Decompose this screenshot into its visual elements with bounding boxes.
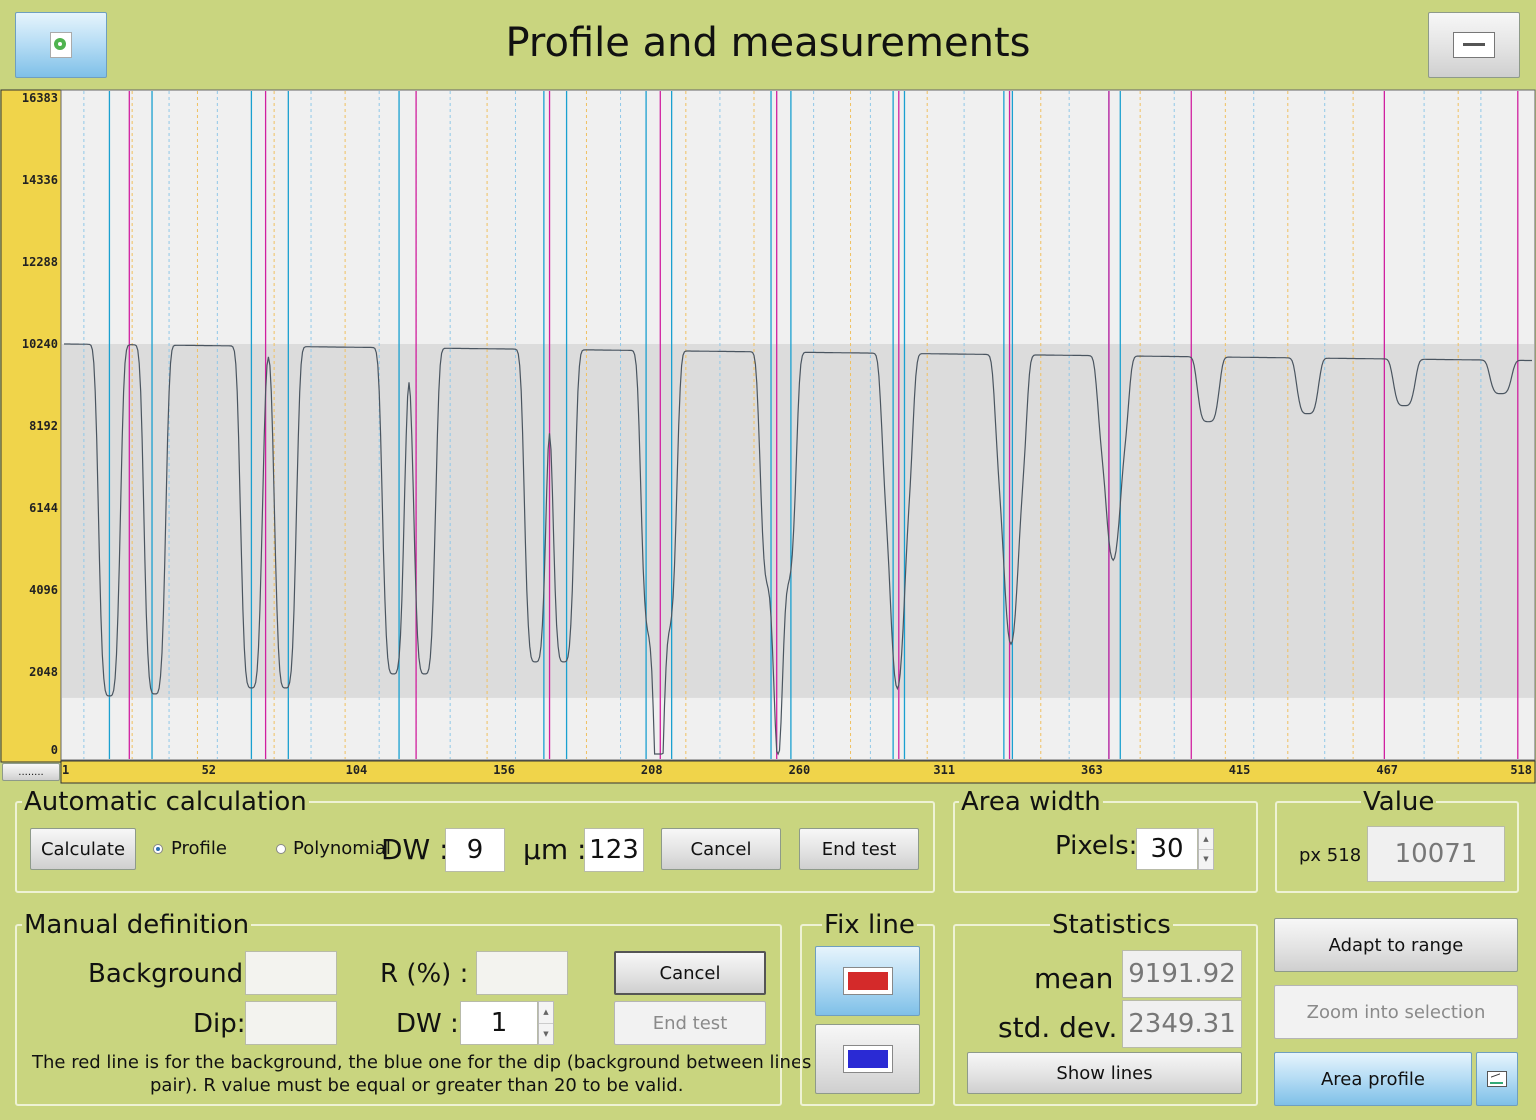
manual-dw-input[interactable]: 1 [460, 1001, 538, 1045]
statistics-legend: Statistics [1050, 910, 1173, 940]
chart-image-button[interactable] [1476, 1052, 1518, 1106]
value-field: 10071 [1367, 826, 1505, 882]
std-dev-label: std. dev. [998, 1011, 1118, 1044]
dip-label: Dip: [193, 1009, 246, 1039]
calculate-button[interactable]: Calculate [30, 828, 136, 870]
x-tick-label: 415 [1229, 763, 1251, 777]
auto-cancel-button[interactable]: Cancel [661, 828, 781, 870]
manual-end-test-button[interactable]: End test [614, 1001, 766, 1045]
manual-note-line2: pair). R value must be equal or greater … [150, 1075, 684, 1096]
profile-chart[interactable]: 1638314336122881024081926144409620480 15… [0, 0, 1536, 784]
y-tick-label: 8192 [29, 419, 58, 433]
red-line-swatch-icon [842, 967, 893, 995]
manual-dw-label: DW : [396, 1009, 459, 1039]
y-tick-label: 0 [51, 743, 58, 757]
dip-input[interactable] [245, 1001, 337, 1045]
polynomial-radio[interactable] [276, 844, 286, 854]
range-band [62, 343, 1534, 698]
manual-definition-legend: Manual definition [22, 910, 252, 940]
mean-value: 9191.92 [1122, 950, 1242, 998]
adapt-to-range-button[interactable]: Adapt to range [1274, 918, 1518, 972]
area-width-legend: Area width [959, 787, 1103, 817]
um-input[interactable]: 123 [584, 828, 644, 872]
profile-radio[interactable] [153, 844, 163, 854]
fix-red-line-button[interactable] [815, 946, 920, 1016]
y-tick-label: 6144 [29, 501, 58, 515]
scroll-button[interactable]: ........ [2, 763, 60, 781]
x-tick-label: 208 [641, 763, 663, 777]
background-label: Background: [88, 959, 252, 989]
x-tick-label: 1 [62, 763, 69, 777]
dw-input[interactable]: 9 [445, 828, 505, 872]
manual-dw-stepper[interactable]: ▲ ▼ [538, 1001, 554, 1045]
x-tick-label: 518 [1510, 763, 1532, 777]
automatic-calculation-legend: Automatic calculation [22, 787, 309, 817]
x-tick-label: 260 [789, 763, 811, 777]
y-tick-label: 14336 [22, 173, 58, 187]
area-profile-button[interactable]: Area profile [1274, 1052, 1472, 1106]
x-tick-label: 52 [202, 763, 216, 777]
pixels-label: Pixels: [1055, 831, 1138, 861]
y-tick-label: 4096 [29, 583, 58, 597]
manual-cancel-button[interactable]: Cancel [614, 951, 766, 995]
std-dev-value: 2349.31 [1122, 1000, 1242, 1048]
auto-end-test-button[interactable]: End test [799, 828, 919, 870]
y-tick-label: 10240 [22, 337, 58, 351]
pixels-input[interactable]: 30 [1136, 828, 1198, 870]
dw-label: DW : [381, 833, 449, 866]
px-label: px 518 [1299, 845, 1362, 866]
y-tick-label: 16383 [22, 91, 58, 105]
show-lines-button[interactable]: Show lines [967, 1052, 1242, 1094]
x-tick-label: 363 [1081, 763, 1103, 777]
x-tick-label: 311 [933, 763, 955, 777]
value-legend: Value [1361, 787, 1437, 817]
um-label: µm : [523, 833, 587, 866]
chart-icon [1487, 1071, 1507, 1087]
profile-radio-label[interactable]: Profile [171, 838, 227, 859]
r-percent-label: R (%) : [380, 959, 469, 989]
x-tick-label: 467 [1376, 763, 1398, 777]
polynomial-radio-label[interactable]: Polynomial [293, 838, 391, 859]
r-percent-input[interactable] [476, 951, 568, 995]
y-tick-label: 2048 [29, 665, 58, 679]
mean-label: mean [1034, 962, 1114, 995]
background-input[interactable] [245, 951, 337, 995]
x-tick-label: 156 [493, 763, 515, 777]
fix-blue-line-button[interactable] [815, 1024, 920, 1094]
fix-line-legend: Fix line [822, 910, 917, 940]
blue-line-swatch-icon [842, 1045, 893, 1073]
x-tick-label: 104 [346, 763, 368, 777]
y-tick-label: 12288 [22, 255, 58, 269]
manual-note-line1: The red line is for the background, the … [32, 1052, 812, 1073]
pixels-stepper[interactable]: ▲ ▼ [1198, 828, 1214, 870]
zoom-into-selection-button[interactable]: Zoom into selection [1274, 985, 1518, 1039]
